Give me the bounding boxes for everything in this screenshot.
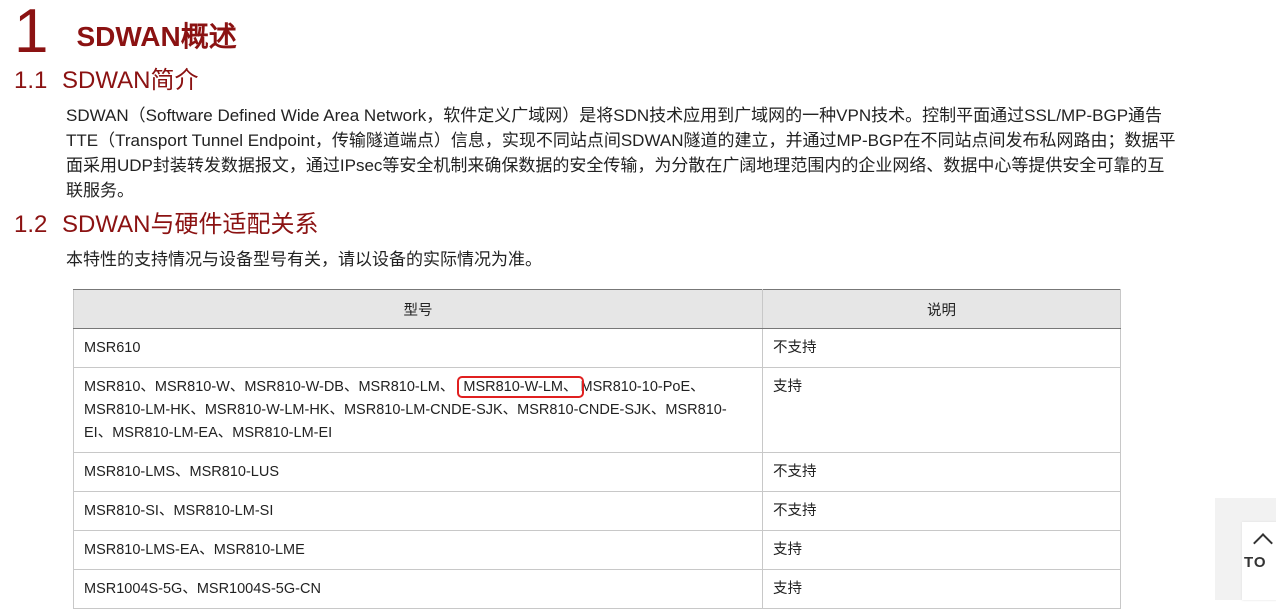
section-heading-1-1: 1.1 SDWAN简介: [14, 67, 198, 95]
back-to-top-panel: TO: [1215, 498, 1276, 600]
chapter-title: SDWAN概述: [76, 21, 237, 52]
note-cell: 支持: [762, 530, 1121, 570]
model-cell: MSR810-SI、MSR810-LM-SI: [73, 491, 763, 531]
column-header-model: 型号: [73, 289, 763, 329]
column-header-note: 说明: [762, 289, 1121, 329]
intro-paragraph: SDWAN（Software Defined Wide Area Network…: [66, 106, 1176, 200]
table-row: MSR810-SI、MSR810-LM-SI 不支持: [73, 491, 1121, 531]
table-row: MSR1004S-5G、MSR1004S-5G-CN 支持: [73, 569, 1121, 609]
note-cell: 不支持: [762, 452, 1121, 492]
table-row: MSR610 不支持: [73, 328, 1121, 368]
hardware-support-table: 型号 说明 MSR610 不支持 MSR810、MSR810-W、MSR810-…: [73, 289, 1121, 609]
model-text: MSR810、MSR810-W、MSR810-W-DB、MSR810-LM、: [84, 379, 455, 395]
section-number: 1.1: [14, 67, 48, 94]
chevron-up-icon: [1253, 533, 1273, 553]
section-number: 1.2: [14, 211, 48, 238]
chapter-number: 1: [14, 0, 49, 66]
model-cell: MSR610: [73, 328, 763, 368]
note-cell: 支持: [762, 367, 1121, 453]
table-row: MSR810-LMS-EA、MSR810-LME 支持: [73, 530, 1121, 570]
chapter-heading: 1 SDWAN概述: [14, 0, 237, 64]
table-row: MSR810-LMS、MSR810-LUS 不支持: [73, 452, 1121, 492]
note-cell: 不支持: [762, 328, 1121, 368]
table-row: MSR810、MSR810-W、MSR810-W-DB、MSR810-LM、 MS…: [73, 367, 1121, 453]
highlighted-model: MSR810-W-LM、: [457, 376, 584, 398]
back-to-top-label: TO: [1244, 554, 1267, 571]
note-cell: 支持: [762, 569, 1121, 609]
section-heading-1-2: 1.2 SDWAN与硬件适配关系: [14, 211, 318, 239]
model-cell: MSR810-LMS、MSR810-LUS: [73, 452, 763, 492]
model-cell: MSR810-LMS-EA、MSR810-LME: [73, 530, 763, 570]
support-note-paragraph: 本特性的支持情况与设备型号有关，请以设备的实际情况为准。: [66, 250, 542, 269]
table-header-row: 型号 说明: [73, 289, 1121, 329]
model-cell: MSR810、MSR810-W、MSR810-W-DB、MSR810-LM、 MS…: [73, 367, 763, 453]
section-title: SDWAN与硬件适配关系: [62, 211, 319, 238]
model-cell: MSR1004S-5G、MSR1004S-5G-CN: [73, 569, 763, 609]
section-title: SDWAN简介: [62, 67, 199, 94]
back-to-top-button[interactable]: TO: [1242, 522, 1276, 600]
note-cell: 不支持: [762, 491, 1121, 531]
